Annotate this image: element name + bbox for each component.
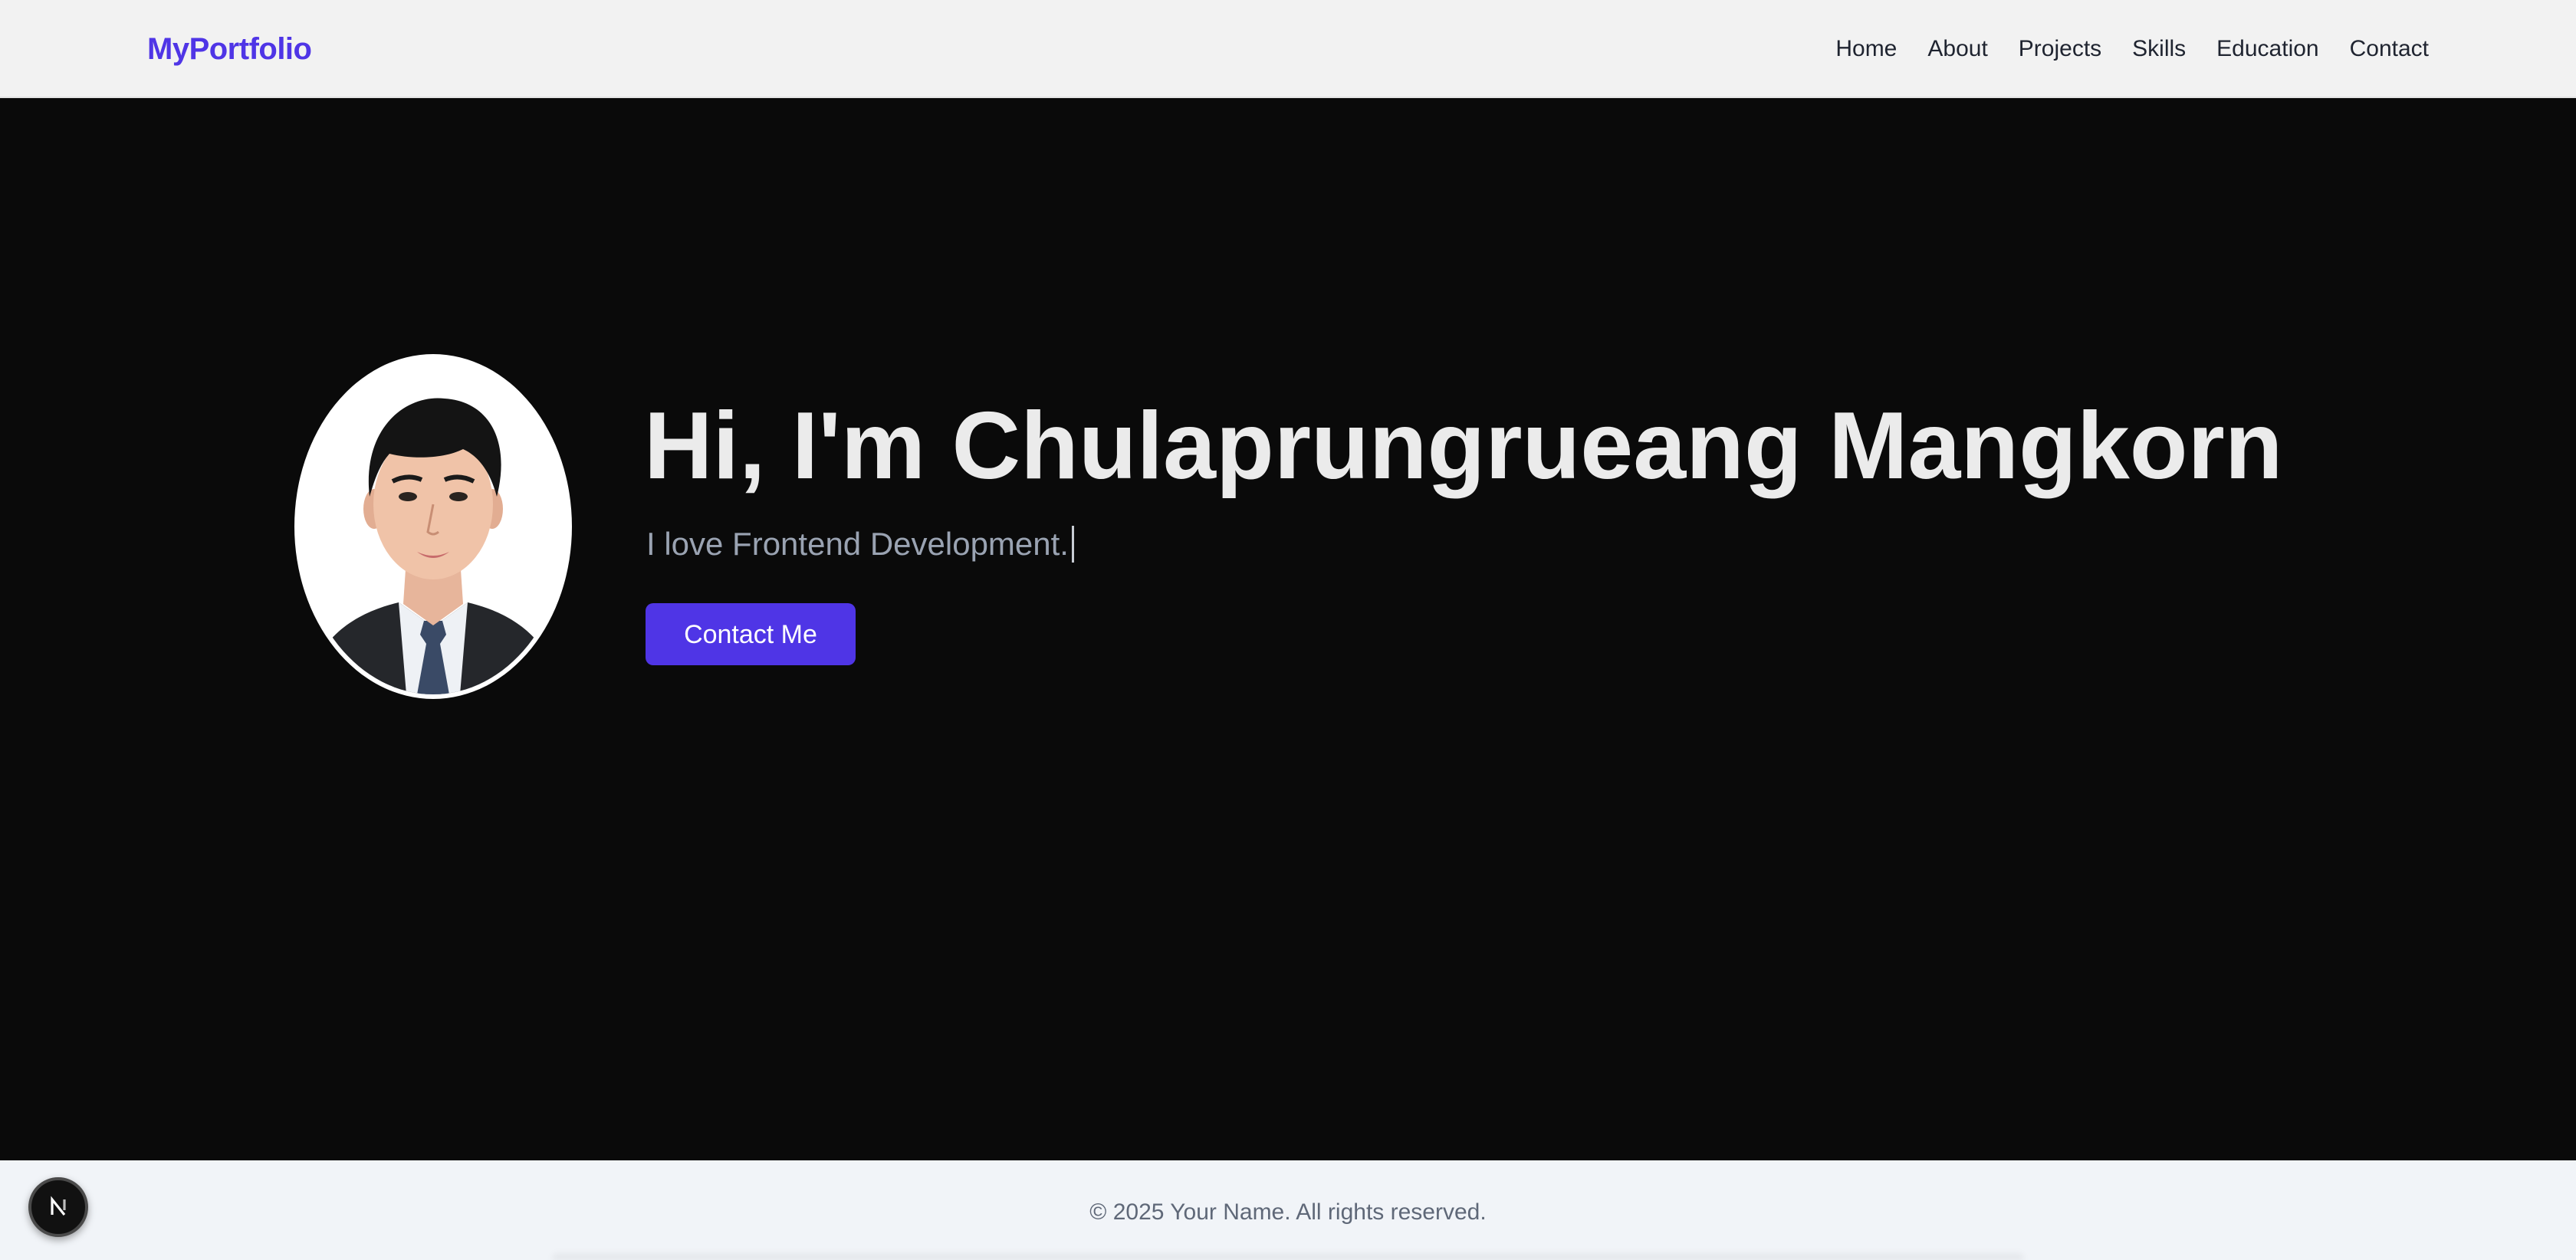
nextjs-logo-icon <box>51 1196 66 1216</box>
nav-menu: Home About Projects Skills Education Con… <box>1835 31 2429 67</box>
nextjs-dev-badge[interactable] <box>28 1177 88 1237</box>
navbar: MyPortfolio Home About Projects Skills E… <box>0 0 2576 98</box>
nav-link-education[interactable]: Education <box>2216 31 2318 67</box>
profile-photo <box>299 359 567 694</box>
nav-link-skills[interactable]: Skills <box>2132 31 2186 67</box>
nav-link-contact[interactable]: Contact <box>2350 31 2429 67</box>
footer-shadow <box>552 1251 2024 1260</box>
brand-logo[interactable]: MyPortfolio <box>147 28 312 71</box>
hero-section: Hi, I'm Chulaprungrueang Mangkorn I love… <box>0 98 2576 1160</box>
footer-copyright: © 2025 Your Name. All rights reserved. <box>1089 1199 1487 1225</box>
hero-subtitle-row: I love Frontend Development. <box>646 521 1074 567</box>
avatar <box>294 354 572 699</box>
nav-link-about[interactable]: About <box>1927 31 1987 67</box>
contact-me-button[interactable]: Contact Me <box>646 603 856 665</box>
hero-title: Hi, I'm Chulaprungrueang Mangkorn <box>644 393 2283 499</box>
hero-subtitle: I love Frontend Development. <box>646 526 1069 562</box>
typing-caret <box>1071 526 1074 563</box>
nav-link-projects[interactable]: Projects <box>2019 31 2101 67</box>
footer: © 2025 Your Name. All rights reserved. <box>0 1160 2576 1260</box>
nav-link-home[interactable]: Home <box>1835 31 1897 67</box>
